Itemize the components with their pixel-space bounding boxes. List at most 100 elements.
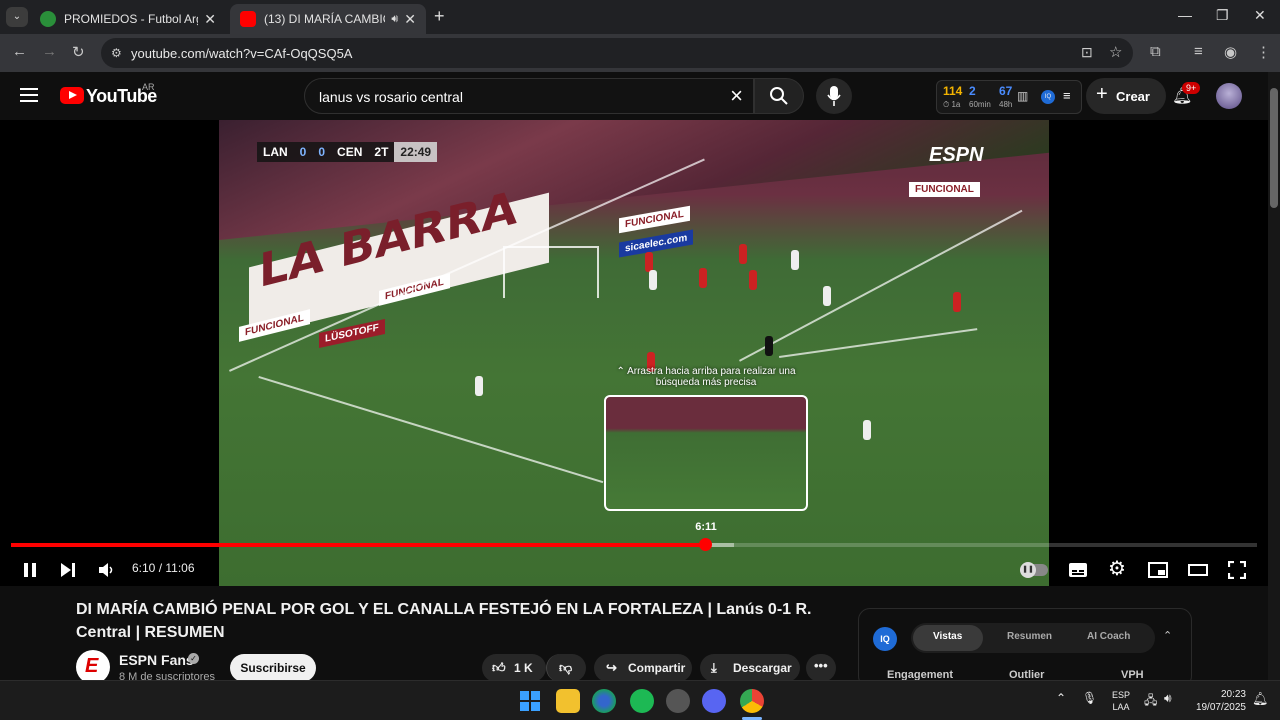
tab-title: (13) DI MARÍA CAMBIÓ PENAL POR GOL: [264, 12, 385, 26]
extensions-icon[interactable]: ⧉: [1150, 43, 1161, 60]
fullscreen-icon[interactable]: [1228, 561, 1246, 579]
language-indicator[interactable]: ESP LAA: [1112, 689, 1130, 713]
create-label: Crear: [1116, 89, 1150, 104]
like-count: 1 K: [514, 661, 533, 675]
edge-browser-icon[interactable]: [592, 689, 616, 713]
reload-icon[interactable]: ↻: [72, 43, 85, 61]
chart-icon[interactable]: ▥: [1017, 89, 1028, 103]
list-icon[interactable]: ≡: [1063, 88, 1071, 103]
maximize-icon[interactable]: ❐: [1216, 7, 1229, 24]
seek-preview-time: 6:11: [695, 521, 717, 533]
page-scrollbar[interactable]: [1268, 72, 1280, 680]
search-input[interactable]: lanus vs rosario central: [319, 89, 463, 105]
clear-search-icon[interactable]: ×: [730, 83, 743, 109]
share-arrow-icon: ↪: [606, 660, 617, 675]
tab-ai-coach[interactable]: AI Coach: [1087, 631, 1130, 642]
voice-search-button[interactable]: [816, 78, 852, 114]
channel-avatar[interactable]: [76, 650, 110, 684]
match-period: 2T: [368, 142, 395, 162]
speaker-tray-icon[interactable]: 🔊︎: [1164, 691, 1172, 706]
chrome-icon[interactable]: [740, 689, 764, 713]
tab-search-button[interactable]: ⌄: [6, 7, 28, 27]
vidiq-icon[interactable]: IQ: [1041, 90, 1055, 104]
windows-start-icon[interactable]: [518, 689, 542, 713]
like-button[interactable]: 👍︎ 1 K: [482, 654, 546, 682]
download-button[interactable]: ⤓ Descargar: [700, 654, 800, 682]
minimize-icon[interactable]: —: [1178, 7, 1192, 23]
browser-menu-icon[interactable]: ⋮: [1256, 43, 1271, 61]
dislike-button[interactable]: 👎︎: [546, 654, 586, 682]
profile-icon[interactable]: ◉: [1224, 43, 1237, 61]
stat-value: 114: [943, 84, 963, 98]
hamburger-menu-icon[interactable]: [20, 88, 38, 102]
forward-icon[interactable]: →: [42, 43, 57, 60]
vidiq-logo-icon: IQ: [873, 627, 897, 651]
system-clock[interactable]: 20:23 19/07/2025: [1190, 688, 1246, 714]
tab-vistas[interactable]: Vistas: [933, 631, 962, 642]
youtube-logo-icon[interactable]: [60, 87, 84, 104]
url-text[interactable]: youtube.com/watch?v=CAf-OqQSQ5A: [131, 46, 352, 61]
video-player[interactable]: LA BARRA FUNCIONAL FUNCIONAL FUNCIONAL s…: [0, 120, 1268, 586]
browser-tab-promiedos[interactable]: PROMIEDOS - Futbol Argentino ✕: [30, 4, 226, 34]
progress-bar[interactable]: [11, 538, 1257, 551]
back-icon[interactable]: ←: [12, 43, 27, 60]
stat-value: 2: [969, 84, 976, 98]
search-box[interactable]: lanus vs rosario central ×: [304, 78, 754, 114]
new-tab-button[interactable]: +: [434, 6, 445, 27]
autoplay-toggle[interactable]: ❚❚: [1020, 562, 1048, 578]
browser-tab-youtube[interactable]: (13) DI MARÍA CAMBIÓ PENAL POR GOL 🔊︎ ✕: [230, 4, 426, 34]
stat-label: 60min: [969, 100, 991, 109]
user-avatar[interactable]: [1216, 83, 1242, 109]
channel-name[interactable]: ESPN Fans: [119, 652, 194, 668]
subtitles-icon[interactable]: [1068, 562, 1088, 578]
install-app-icon[interactable]: ⊡: [1081, 44, 1093, 61]
ad-board: FUNCIONAL: [619, 205, 690, 234]
footballer: [475, 376, 483, 396]
vidiq-stats-widget[interactable]: 114 ⏱ 1a 2 60min 67 48h ▥ IQ ≡: [936, 80, 1082, 114]
volume-icon[interactable]: [98, 562, 114, 578]
browser-toolbar: ← → ↻ ⚙ youtube.com/watch?v=CAf-OqQSQ5A …: [0, 34, 1280, 72]
seek-preview-thumbnail: [604, 395, 808, 511]
home-team: LAN: [257, 142, 294, 162]
tray-chevron-icon[interactable]: ⌃: [1056, 691, 1066, 705]
download-label: Descargar: [733, 661, 792, 675]
file-explorer-icon[interactable]: [556, 689, 580, 713]
youtube-icon: [240, 11, 256, 27]
create-button[interactable]: + Crear: [1086, 78, 1166, 114]
close-tab-icon[interactable]: ✕: [204, 11, 216, 28]
notification-center-icon[interactable]: 🔔︎: [1252, 691, 1269, 707]
theater-mode-icon[interactable]: [1188, 562, 1208, 578]
pause-icon[interactable]: [22, 562, 38, 578]
close-tab-icon[interactable]: ✕: [404, 11, 416, 28]
scrollbar-thumb[interactable]: [1270, 88, 1278, 208]
site-info-icon[interactable]: ⚙: [111, 46, 122, 60]
tab-title: PROMIEDOS - Futbol Argentino: [64, 12, 198, 26]
media-control-icon[interactable]: ≡: [1194, 43, 1203, 60]
network-icon[interactable]: 🖧: [1144, 691, 1157, 712]
microphone-icon: [827, 86, 841, 106]
settings-gear-icon[interactable]: ⚙: [1108, 556, 1126, 581]
discord-icon[interactable]: [702, 689, 726, 713]
ad-board: FUNCIONAL: [909, 182, 980, 197]
progress-scrubber[interactable]: [699, 538, 713, 551]
share-button[interactable]: ↪ Compartir: [594, 654, 692, 682]
bookmark-star-icon[interactable]: ☆: [1109, 43, 1122, 61]
video-frame[interactable]: LA BARRA FUNCIONAL FUNCIONAL FUNCIONAL s…: [219, 120, 1049, 586]
spotify-icon[interactable]: [630, 689, 654, 713]
more-actions-button[interactable]: •••: [806, 654, 836, 682]
subscribe-button[interactable]: Suscribirse: [230, 654, 316, 682]
search-button[interactable]: [754, 78, 804, 114]
app-icon[interactable]: [666, 689, 690, 713]
stat-value: 67: [999, 84, 1013, 98]
pitch-line: [739, 209, 1023, 362]
next-video-icon[interactable]: [60, 562, 76, 578]
notification-badge: 9+: [1182, 82, 1201, 94]
close-window-icon[interactable]: ✕: [1254, 7, 1266, 24]
speaker-icon[interactable]: 🔊︎: [391, 13, 398, 26]
vidiq-panel: IQ Vistas Resumen AI Coach ⌃ Engagement …: [858, 608, 1192, 688]
miniplayer-icon[interactable]: [1148, 562, 1168, 578]
microphone-tray-icon[interactable]: 🎙︎: [1082, 691, 1097, 705]
tab-resumen[interactable]: Resumen: [1007, 631, 1052, 642]
chevron-up-icon[interactable]: ⌃: [1163, 629, 1172, 642]
address-bar[interactable]: ⚙ youtube.com/watch?v=CAf-OqQSQ5A ⊡ ☆: [101, 38, 1133, 68]
